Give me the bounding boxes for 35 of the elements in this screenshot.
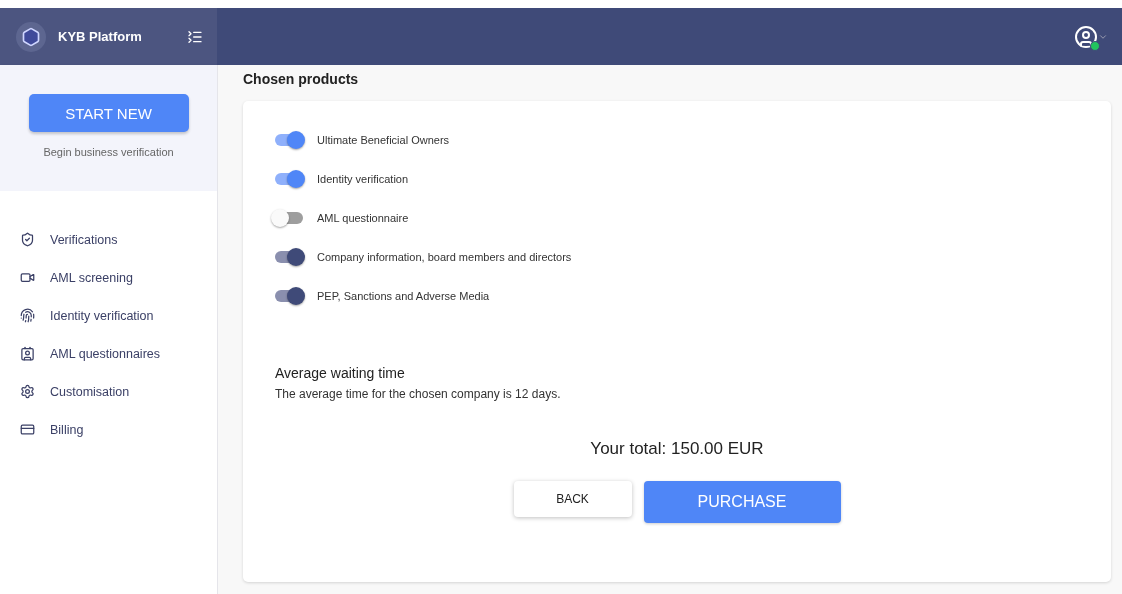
user-avatar-icon[interactable] <box>1074 24 1098 49</box>
gear-icon <box>20 384 35 399</box>
collapse-menu-icon[interactable] <box>187 28 203 45</box>
sidebar-item-label: Customisation <box>50 384 130 399</box>
product-label: Identity verification <box>317 173 409 185</box>
product-label: PEP, Sanctions and Adverse Media <box>317 290 490 302</box>
sidebar-item[interactable]: AML screening <box>20 267 217 288</box>
page-title: Chosen products <box>243 71 360 87</box>
sidebar-item[interactable]: Verifications <box>20 229 217 250</box>
waiting-title: Average waiting time <box>275 365 406 381</box>
product-label: Company information, board members and directors <box>317 251 572 263</box>
brand-name: KYB Platform <box>58 29 143 44</box>
sidebar-item-label: AML screening <box>50 270 133 285</box>
sidebar-item-label: Verifications <box>50 232 118 247</box>
shield-check-icon <box>20 232 35 247</box>
sidebar-item[interactable]: Customisation <box>20 381 217 402</box>
toggle-switch[interactable] <box>275 134 303 146</box>
sidebar-item[interactable]: Billing <box>20 419 217 440</box>
total-price: Your total: 150.00 EUR <box>589 439 765 459</box>
credit-card-icon <box>20 422 35 437</box>
toggle-switch[interactable] <box>275 173 303 185</box>
fingerprint-icon <box>20 308 35 323</box>
product-label: Ultimate Beneficial Owners <box>317 134 450 146</box>
waiting-text: The average time for the chosen company is 12 days. <box>275 387 562 401</box>
product-label: AML questionnaire <box>317 212 409 224</box>
sidebar-item[interactable]: AML questionnaires <box>20 343 217 364</box>
sidebar-item-label: AML questionnaires <box>50 346 161 361</box>
back-button[interactable]: BACK <box>513 481 632 517</box>
video-camera-icon <box>20 270 35 285</box>
sidebar-item[interactable]: Identity verification <box>20 305 217 326</box>
sidebar-item-label: Identity verification <box>50 308 154 323</box>
id-badge-icon <box>20 346 35 361</box>
sidebar-item-label: Billing <box>50 422 84 437</box>
start-caption: Begin business verification <box>43 146 174 158</box>
logo-icon <box>16 21 46 52</box>
